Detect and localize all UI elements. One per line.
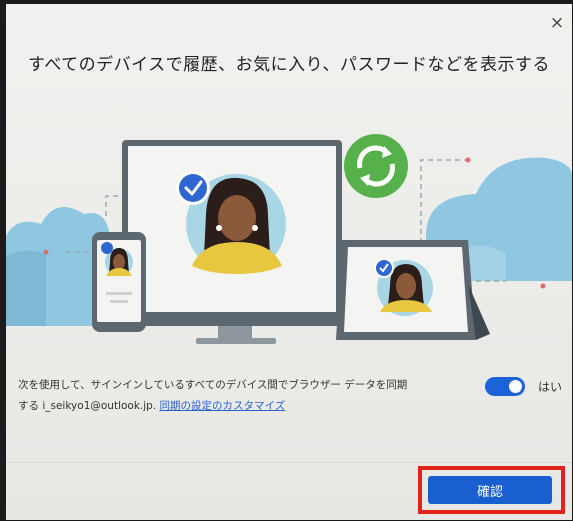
sync-icon xyxy=(344,134,408,198)
confirm-button[interactable]: 確認 xyxy=(428,476,552,504)
tablet-device xyxy=(336,240,490,340)
checkmark-icon xyxy=(374,258,394,278)
toggle-knob xyxy=(509,380,522,393)
footer-divider xyxy=(6,462,572,463)
sync-account-text: する i_seikyo1@outlook.jp. xyxy=(18,400,157,412)
sync-text-line2: する i_seikyo1@outlook.jp. 同期の設定のカスタマイズ xyxy=(18,396,468,417)
close-icon[interactable]: × xyxy=(548,14,566,32)
sync-toggle[interactable] xyxy=(485,377,525,396)
dialog-title: すべてのデバイスで履歴、お気に入り、パスワードなどを表示する xyxy=(28,55,550,75)
checkmark-icon xyxy=(176,171,210,205)
customize-sync-link[interactable]: 同期の設定のカスタマイズ xyxy=(160,400,286,412)
toggle-label: はい xyxy=(538,380,563,394)
phone-device xyxy=(92,232,146,332)
sync-text-line1: 次を使用して、サインインしているすべてのデバイス間でブラウザー データを同期 xyxy=(18,379,408,391)
monitor-device xyxy=(122,140,342,344)
sync-dialog: × すべてのデバイスで履歴、お気に入り、パスワードなどを表示する 次を使用して、… xyxy=(6,4,572,520)
sync-illustration xyxy=(6,134,572,344)
sync-description: 次を使用して、サインインしているすべてのデバイス間でブラウザー データを同期 す… xyxy=(18,375,468,417)
